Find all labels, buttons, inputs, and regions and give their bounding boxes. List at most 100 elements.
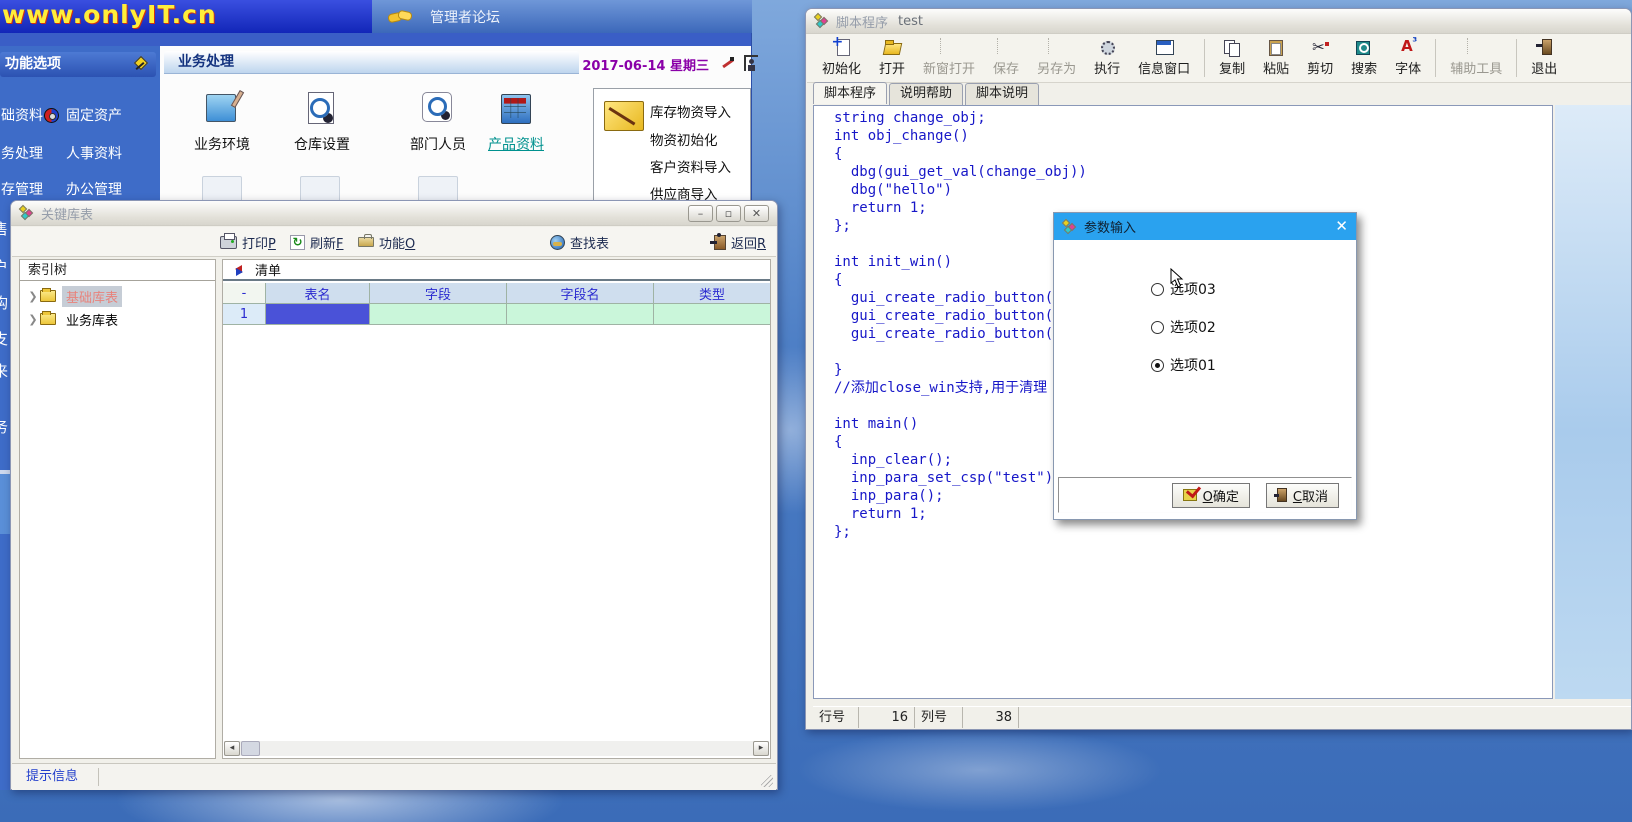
column-header[interactable]: 类型 — [654, 283, 770, 304]
expander-icon[interactable]: ❯ — [26, 313, 40, 326]
dialog-titlebar[interactable]: 参数输入 ✕ — [1054, 213, 1356, 240]
empty-cell[interactable] — [370, 304, 507, 325]
expander-icon[interactable]: ❯ — [26, 290, 40, 303]
sidebar-edge-item[interactable]: 户 — [0, 256, 8, 277]
logout-icon[interactable] — [744, 55, 758, 71]
radio-option-03[interactable]: 选项03 — [1151, 279, 1216, 299]
tab-script-notes[interactable]: 脚本说明 — [965, 83, 1039, 105]
info-window-button[interactable]: 信息窗口 — [1129, 34, 1199, 82]
save-as-button[interactable]: 另存为 — [1028, 34, 1085, 82]
tab-help[interactable]: 说明帮助 — [889, 83, 963, 105]
sidebar-item-hr[interactable]: 人事资料 — [66, 144, 122, 164]
sidebar-edge-item[interactable]: 务 — [0, 416, 8, 437]
sidebar-edge-item[interactable]: 支 — [0, 328, 8, 349]
scroll-thumb[interactable] — [241, 741, 260, 756]
sidebar-header-label: 功能选项 — [5, 56, 61, 72]
sidebar-edge-item[interactable]: 构 — [0, 292, 8, 313]
search-button[interactable]: 搜索 — [1342, 34, 1386, 82]
sidebar-edge-item[interactable]: 来 — [0, 360, 8, 381]
menu-item-customer-import[interactable]: 客户资料导入 — [650, 156, 731, 176]
row-index-cell[interactable]: 1 — [223, 304, 266, 325]
disabled-icon — [1048, 38, 1049, 54]
table-row[interactable]: 1 — [223, 304, 770, 325]
selected-cell[interactable] — [266, 304, 370, 325]
empty-cell[interactable] — [654, 304, 770, 325]
radio-icon[interactable] — [1151, 321, 1164, 334]
tree-label[interactable]: 业务库表 — [62, 309, 122, 330]
sidebar-item-business[interactable]: 务处理 — [1, 144, 43, 164]
pin-icon[interactable] — [134, 57, 148, 71]
new-document-icon — [833, 39, 851, 55]
radio-option-02[interactable]: 选项02 — [1151, 317, 1216, 337]
document-magnifier-icon — [302, 90, 342, 128]
key-tables-titlebar[interactable]: 关键库表 – ▫ ✕ — [11, 201, 777, 226]
calculator-icon — [496, 90, 536, 128]
radio-checked-icon[interactable] — [1151, 359, 1164, 372]
radio-label[interactable]: 选项03 — [1170, 279, 1216, 299]
sidebar-item-office[interactable]: 办公管理 — [66, 180, 122, 200]
radio-label[interactable]: 选项02 — [1170, 317, 1216, 337]
menu-item-material-init[interactable]: 物资初始化 — [650, 129, 718, 149]
shortcut-partial[interactable] — [418, 176, 458, 202]
scroll-right-button[interactable]: ▸ — [753, 741, 769, 756]
aux-tools-button[interactable]: 辅助工具 — [1441, 34, 1511, 82]
exit-button[interactable]: 退出 — [1522, 34, 1566, 82]
cancel-button[interactable]: C取消 — [1266, 483, 1339, 508]
shortcut-partial[interactable] — [300, 176, 340, 202]
pen-tool-icon[interactable] — [720, 56, 735, 71]
column-header[interactable]: 字段 — [370, 283, 507, 304]
maximize-button[interactable]: ▫ — [716, 205, 741, 222]
cut-button[interactable]: 剪切 — [1298, 34, 1342, 82]
resize-grip[interactable] — [761, 775, 773, 787]
sidebar-item-base-data[interactable]: 础资料 — [1, 106, 43, 126]
print-button[interactable]: 打印P — [220, 227, 276, 257]
font-button[interactable]: 字体 — [1386, 34, 1430, 82]
sphere-icon — [44, 108, 59, 123]
sidebar-item-inventory[interactable]: 存管理 — [1, 180, 43, 200]
sidebar-item-fixed-assets[interactable]: 固定资产 — [66, 106, 122, 126]
function-button[interactable]: 功能O — [358, 227, 415, 257]
run-button[interactable]: 执行 — [1085, 34, 1129, 82]
open-new-window-button[interactable]: 新窗打开 — [914, 34, 984, 82]
shortcut-warehouse-setup[interactable]: 仓库设置 — [282, 90, 362, 154]
tab-script-program[interactable]: 脚本程序 — [813, 82, 887, 104]
close-button[interactable]: ✕ — [744, 205, 769, 222]
horizontal-scrollbar[interactable]: ◂ ▸ — [224, 741, 769, 756]
forum-banner[interactable]: 管理者论坛 — [372, 0, 752, 33]
open-button[interactable]: 打开 — [870, 34, 914, 82]
radio-label[interactable]: 选项01 — [1170, 355, 1216, 375]
ok-button[interactable]: O确定 — [1172, 483, 1250, 508]
refresh-button[interactable]: ↻ 刷新F — [290, 227, 344, 257]
sidebar-edge-item[interactable]: 售 — [0, 218, 8, 239]
radio-icon[interactable] — [1151, 283, 1164, 296]
menu-item-stock-import[interactable]: 库存物资导入 — [650, 101, 731, 121]
init-button[interactable]: 初始化 — [813, 34, 870, 82]
column-header[interactable]: 表名 — [266, 283, 370, 304]
empty-cell[interactable] — [507, 304, 654, 325]
column-header[interactable]: - — [223, 283, 266, 304]
main-titlebar: www.onlyIT.cn 管理者论坛 — [0, 0, 751, 33]
code-line: dbg("hello") — [834, 181, 1552, 199]
section-header: 业务处理 — [164, 51, 579, 74]
script-titlebar[interactable]: 脚本程序 test — [806, 9, 1631, 34]
shortcut-product-data[interactable]: 产品资料 — [476, 90, 556, 154]
copy-button[interactable]: 复制 — [1210, 34, 1254, 82]
shortcut-department-staff[interactable]: 部门人员 — [398, 90, 478, 154]
close-icon[interactable]: ✕ — [1335, 219, 1348, 234]
paste-button[interactable]: 粘贴 — [1254, 34, 1298, 82]
minimize-button[interactable]: – — [688, 205, 713, 222]
back-button[interactable]: 返回R — [714, 227, 766, 257]
tree-item-business-tables[interactable]: ❯ 业务库表 — [20, 309, 122, 329]
radio-option-01[interactable]: 选项01 — [1151, 355, 1216, 375]
disabled-icon — [940, 38, 941, 54]
disabled-icon — [1467, 38, 1468, 54]
shortcut-business-env[interactable]: 业务环境 — [182, 90, 262, 154]
tree-item-base-tables[interactable]: ❯ 基础库表 — [20, 286, 122, 306]
shortcut-partial[interactable] — [202, 176, 242, 202]
tree-label[interactable]: 基础库表 — [62, 286, 122, 307]
save-button[interactable]: 保存 — [984, 34, 1028, 82]
scroll-left-button[interactable]: ◂ — [224, 741, 240, 756]
shortcut-label-link[interactable]: 产品资料 — [476, 134, 556, 154]
column-header[interactable]: 字段名 — [507, 283, 654, 304]
find-table-button[interactable]: 查找表 — [550, 227, 609, 257]
